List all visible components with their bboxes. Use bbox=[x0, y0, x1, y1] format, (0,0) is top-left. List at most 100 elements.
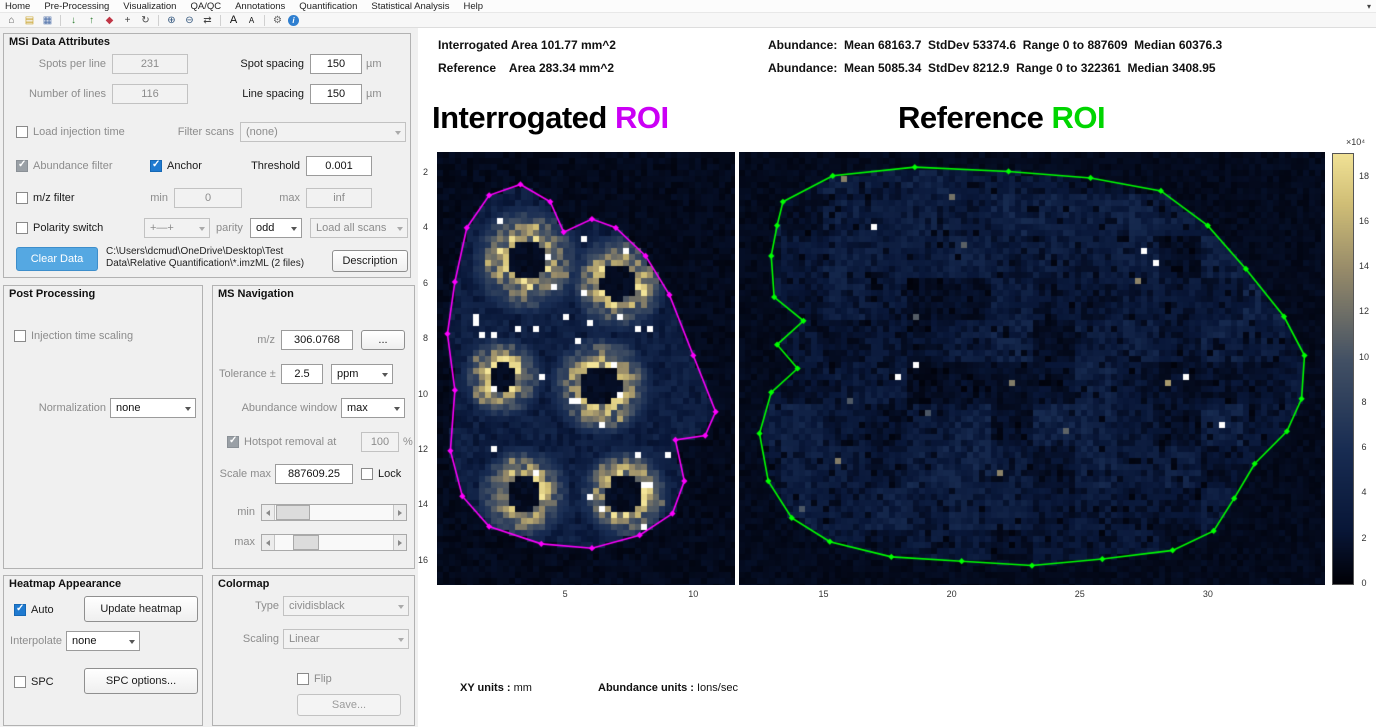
home-icon[interactable]: ⌂ bbox=[4, 14, 19, 27]
load-injection-time-checkbox[interactable]: Load injection time bbox=[16, 126, 125, 138]
import-data-icon[interactable]: ↓ bbox=[66, 14, 81, 27]
y-axis-tick-label: 16 bbox=[410, 555, 428, 565]
tolerance-unit-dropdown[interactable]: ppm bbox=[331, 364, 393, 384]
load-all-scans-dropdown[interactable]: Load all scans bbox=[310, 218, 408, 238]
menu-item-qa-qc[interactable]: QA/QC bbox=[190, 1, 221, 12]
ms-navigation-panel: MS Navigation m/z ... Tolerance ± ppm Ab… bbox=[212, 285, 415, 569]
mz-field[interactable] bbox=[281, 330, 353, 350]
mz-max-field[interactable] bbox=[306, 188, 372, 208]
toolbar-separator bbox=[220, 15, 221, 26]
mz-browse-button[interactable]: ... bbox=[361, 330, 405, 350]
scale-max-field[interactable] bbox=[275, 464, 353, 484]
spots-per-line-field[interactable] bbox=[112, 54, 188, 74]
hotspot-removal-checkbox[interactable]: Hotspot removal at bbox=[227, 436, 336, 448]
chevron-down-icon bbox=[291, 227, 297, 231]
colormap-panel: Colormap Type cividisblack Scaling Linea… bbox=[212, 575, 415, 726]
colormap-type-dropdown[interactable]: cividisblack bbox=[283, 596, 409, 616]
colormap-scaling-label: Scaling bbox=[227, 629, 279, 649]
normalization-label: Normalization bbox=[10, 398, 106, 418]
injection-time-scaling-checkbox[interactable]: Injection time scaling bbox=[14, 330, 133, 342]
tolerance-unit-value: ppm bbox=[337, 368, 358, 380]
auto-checkbox[interactable]: Auto bbox=[14, 604, 54, 616]
abundance-units-footer: Abundance units : Ions/sec bbox=[598, 682, 738, 694]
font-increase-icon[interactable]: A bbox=[226, 14, 241, 27]
menu-item-pre-processing[interactable]: Pre-Processing bbox=[44, 1, 109, 12]
threshold-field[interactable] bbox=[306, 156, 372, 176]
mz-label: m/z bbox=[219, 330, 275, 350]
font-decrease-icon[interactable]: A bbox=[244, 14, 259, 27]
mz-filter-checkbox[interactable]: m/z filter bbox=[16, 192, 75, 204]
filter-scans-dropdown[interactable]: (none) bbox=[240, 122, 406, 142]
menu-item-statistical-analysis[interactable]: Statistical Analysis bbox=[371, 1, 449, 12]
spc-checkbox[interactable]: SPC bbox=[14, 676, 54, 688]
open-folder-icon[interactable]: ▤ bbox=[22, 14, 37, 27]
spot-spacing-field[interactable] bbox=[310, 54, 362, 74]
anchor-checkbox[interactable]: Anchor bbox=[150, 160, 202, 172]
scale-max-slider[interactable] bbox=[261, 534, 407, 551]
checkbox-box bbox=[150, 160, 162, 172]
toolbar-separator bbox=[264, 15, 265, 26]
number-of-lines-field[interactable] bbox=[112, 84, 188, 104]
save-icon[interactable]: ▦ bbox=[40, 14, 55, 27]
slider-thumb[interactable] bbox=[293, 535, 319, 550]
checkbox-box bbox=[297, 673, 309, 685]
line-spacing-field[interactable] bbox=[310, 84, 362, 104]
xy-units-footer: XY units : mm bbox=[460, 682, 532, 694]
abundance-filter-checkbox[interactable]: Abundance filter bbox=[16, 160, 113, 172]
reference-heatmap[interactable] bbox=[739, 152, 1325, 585]
tolerance-field[interactable] bbox=[281, 364, 323, 384]
slider-left-arrow[interactable] bbox=[262, 505, 275, 520]
scale-min-slider[interactable] bbox=[261, 504, 407, 521]
x-axis-tick-label: 15 bbox=[815, 589, 833, 599]
refresh-icon[interactable]: ↻ bbox=[138, 14, 153, 27]
lock-checkbox[interactable]: Lock bbox=[361, 468, 401, 480]
parity-dropdown[interactable]: odd bbox=[250, 218, 302, 238]
colormap-scaling-dropdown[interactable]: Linear bbox=[283, 629, 409, 649]
update-heatmap-button[interactable]: Update heatmap bbox=[84, 596, 198, 622]
abundance-units-value: Ions/sec bbox=[697, 682, 738, 694]
slider-left-arrow[interactable] bbox=[262, 535, 275, 550]
chevron-down-icon bbox=[129, 640, 135, 644]
slider-right-arrow[interactable] bbox=[393, 535, 406, 550]
checkbox-box bbox=[227, 436, 239, 448]
hotspot-removal-field[interactable] bbox=[361, 432, 399, 452]
slider-trough[interactable] bbox=[275, 535, 393, 550]
menu-item-annotations[interactable]: Annotations bbox=[235, 1, 285, 12]
menu-overflow-caret[interactable]: ▾ bbox=[1367, 2, 1371, 11]
flip-checkbox[interactable]: Flip bbox=[297, 673, 332, 685]
interpolate-dropdown[interactable]: none bbox=[66, 631, 140, 651]
normalization-dropdown[interactable]: none bbox=[110, 398, 196, 418]
interrogated-roi-heading-text: Interrogated bbox=[432, 100, 615, 135]
hotspot-removal-label: Hotspot removal at bbox=[244, 436, 336, 448]
zoom-in-icon[interactable]: ⊕ bbox=[164, 14, 179, 27]
menu-item-help[interactable]: Help bbox=[464, 1, 484, 12]
checkbox-box bbox=[16, 222, 28, 234]
polarity-switch-checkbox[interactable]: Polarity switch bbox=[16, 222, 103, 234]
slider-trough[interactable] bbox=[275, 505, 393, 520]
clear-data-button[interactable]: Clear Data bbox=[16, 247, 98, 271]
app-info-icon[interactable]: i bbox=[288, 15, 299, 26]
colormap-save-button[interactable]: Save... bbox=[297, 694, 401, 716]
abundance-units-key: Abundance units : bbox=[598, 682, 697, 694]
polarity-mode-dropdown[interactable]: +—+ bbox=[144, 218, 210, 238]
description-button[interactable]: Description bbox=[332, 250, 408, 272]
menu-item-home[interactable]: Home bbox=[5, 1, 30, 12]
slider-thumb[interactable] bbox=[276, 505, 310, 520]
pin-roi-icon[interactable]: ◆ bbox=[102, 14, 117, 27]
slider-right-arrow[interactable] bbox=[393, 505, 406, 520]
abundance-window-dropdown[interactable]: max bbox=[341, 398, 405, 418]
pan-icon[interactable]: ⇄ bbox=[200, 14, 215, 27]
chevron-down-icon bbox=[199, 227, 205, 231]
y-axis-tick-label: 6 bbox=[410, 278, 428, 288]
toolbar-separator bbox=[158, 15, 159, 26]
zoom-out-icon[interactable]: ⊖ bbox=[182, 14, 197, 27]
crosshair-icon[interactable]: + bbox=[120, 14, 135, 27]
colorbar-tick-label: 4 bbox=[1355, 487, 1373, 497]
menu-item-visualization[interactable]: Visualization bbox=[123, 1, 176, 12]
settings-gear-icon[interactable]: ⚙ bbox=[270, 14, 285, 27]
menu-item-quantification[interactable]: Quantification bbox=[299, 1, 357, 12]
interrogated-heatmap[interactable] bbox=[437, 152, 735, 585]
mz-min-field[interactable] bbox=[174, 188, 242, 208]
spc-options-button[interactable]: SPC options... bbox=[84, 668, 198, 694]
export-data-icon[interactable]: ↑ bbox=[84, 14, 99, 27]
